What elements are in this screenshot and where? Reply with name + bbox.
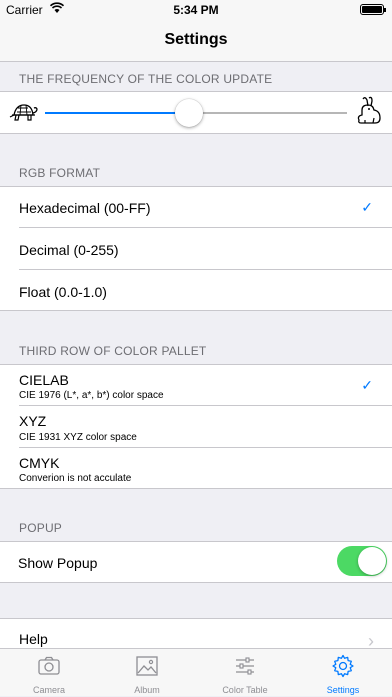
checkmark-icon: ✓ <box>361 377 373 393</box>
show-popup-cell: Show Popup <box>0 541 392 583</box>
option-subtitle: CIE 1976 (L*, a*, b*) color space <box>19 390 164 401</box>
tab-label: Color Table <box>222 685 268 695</box>
rgb-option-hexadecimal[interactable]: Hexadecimal (00-FF) ✓ <box>0 187 392 228</box>
section-header-frequency: THE FREQUENCY OF THE COLOR UPDATE <box>19 72 273 86</box>
tab-album[interactable]: Album <box>98 649 196 697</box>
slider-track-empty <box>190 112 347 114</box>
page-title: Settings <box>164 31 228 48</box>
rgb-format-group: Hexadecimal (00-FF) ✓ Decimal (0-255) Fl… <box>0 186 392 311</box>
tab-settings[interactable]: Settings <box>294 649 392 697</box>
rabbit-icon <box>353 96 383 133</box>
third-row-option-xyz[interactable]: XYZ CIE 1931 XYZ color space <box>0 406 392 448</box>
tab-label: Camera <box>32 685 65 695</box>
option-title: CMYK <box>19 455 60 471</box>
turtle-icon <box>8 100 38 129</box>
slider-track-filled <box>45 112 190 114</box>
show-popup-label: Show Popup <box>18 555 98 571</box>
rgb-option-decimal[interactable]: Decimal (0-255) <box>0 228 392 270</box>
help-label: Help <box>19 631 48 647</box>
rgb-option-label: Float (0.0-1.0) <box>19 284 107 300</box>
option-subtitle: Converion is not acculate <box>19 473 132 484</box>
photo-icon <box>136 656 158 676</box>
tab-label: Settings <box>326 685 360 695</box>
third-row-option-cmyk[interactable]: CMYK Converion is not acculate <box>0 448 392 489</box>
tab-label: Album <box>134 685 160 695</box>
show-popup-toggle[interactable] <box>337 546 387 576</box>
tab-camera[interactable]: Camera <box>0 649 98 697</box>
rgb-option-label: Decimal (0-255) <box>19 242 119 258</box>
section-header-rgb-format: RGB FORMAT <box>19 166 101 180</box>
rgb-option-label: Hexadecimal (00-FF) <box>19 200 151 216</box>
tab-bar: Camera Album Color Table Settings <box>0 648 392 696</box>
navigation-bar: Settings <box>0 20 392 62</box>
tab-color-table[interactable]: Color Table <box>196 649 294 697</box>
option-title: CIELAB <box>19 372 69 388</box>
sliders-icon <box>236 657 254 675</box>
battery-icon <box>360 4 386 15</box>
frequency-slider-thumb[interactable] <box>175 99 203 127</box>
option-subtitle: CIE 1931 XYZ color space <box>19 432 137 443</box>
third-row-group: CIELAB CIE 1976 (L*, a*, b*) color space… <box>0 364 392 489</box>
option-title: XYZ <box>19 413 47 429</box>
rgb-option-float[interactable]: Float (0.0-1.0) <box>0 270 392 311</box>
section-header-popup: POPUP <box>19 521 63 535</box>
status-bar: Carrier 5:34 PM <box>0 0 392 20</box>
section-header-third-row: THIRD ROW OF COLOR PALLET <box>19 344 207 358</box>
checkmark-icon: ✓ <box>361 199 373 215</box>
camera-icon <box>38 656 60 675</box>
gear-icon <box>332 654 354 678</box>
third-row-option-cielab[interactable]: CIELAB CIE 1976 (L*, a*, b*) color space… <box>0 365 392 406</box>
clock: 5:34 PM <box>173 3 219 17</box>
